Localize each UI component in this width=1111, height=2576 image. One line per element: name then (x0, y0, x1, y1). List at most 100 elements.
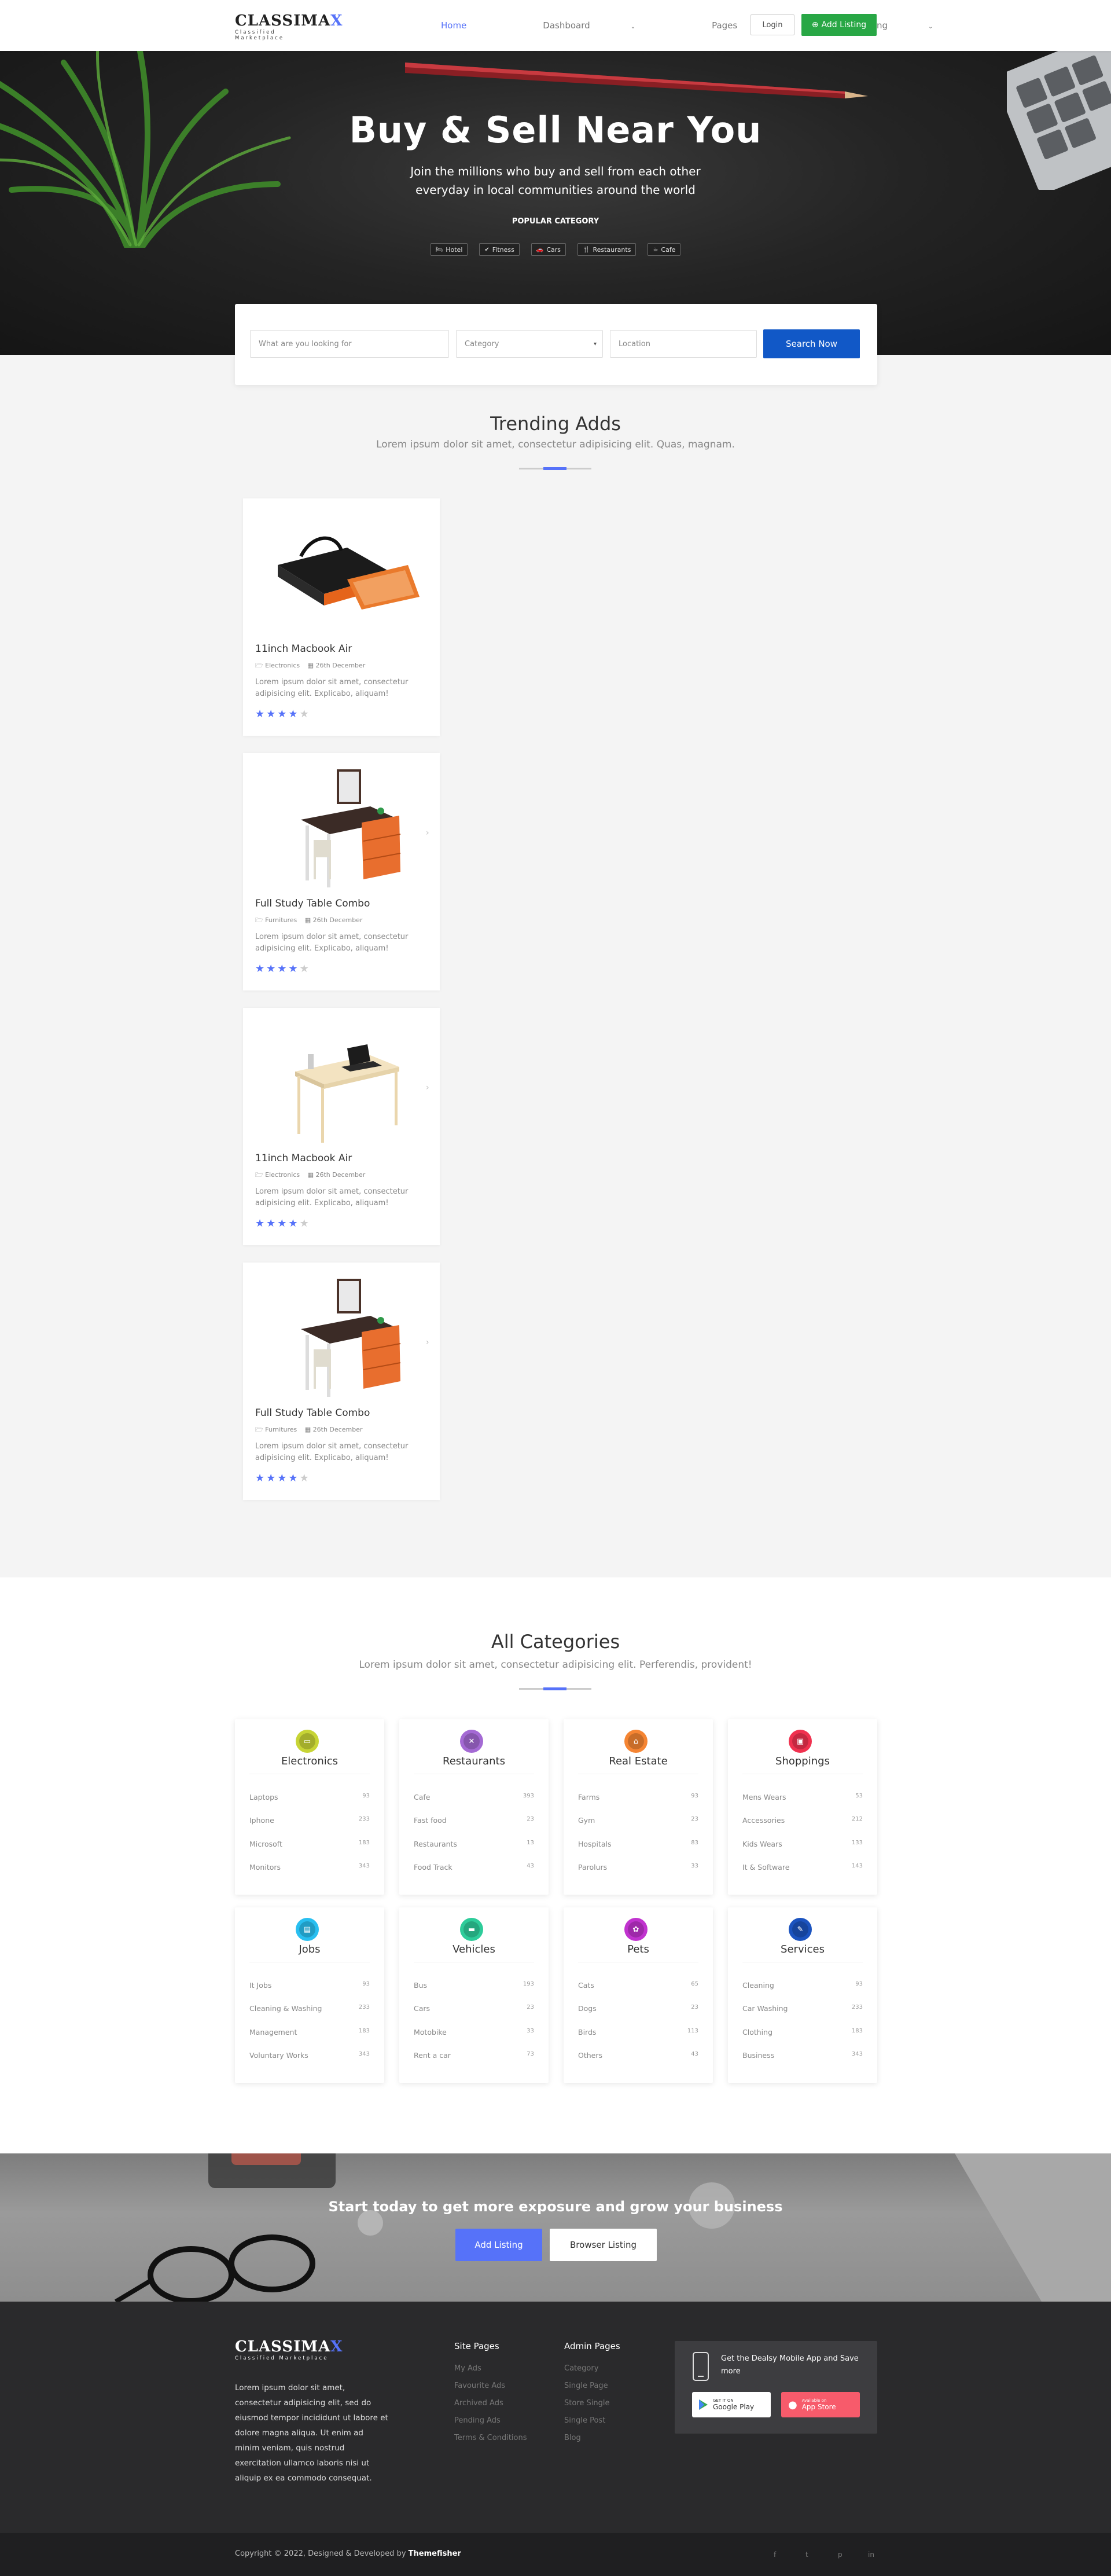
footer-link[interactable]: Favourite Ads (454, 2381, 527, 2399)
footer-logo[interactable]: CLASSIMAX Classified Marketplace (235, 2339, 343, 2361)
category-link[interactable]: Motobike 33 (414, 2028, 534, 2036)
footer-link[interactable]: Terms & Conditions (454, 2434, 527, 2451)
category-name[interactable]: Vehicles (399, 1943, 549, 1955)
category-card-restaurants[interactable]: ✕ Restaurants Cafe 393 Fast food 23 Restau… (399, 1719, 549, 1895)
ad-category[interactable]: Furnitures (265, 916, 297, 924)
category-link[interactable]: Business 343 (742, 2051, 863, 2060)
category-link[interactable]: Farms 93 (578, 1793, 698, 1801)
footer-description: Lorem ipsum dolor sit amet, consectetur … (235, 2383, 388, 2483)
category-link[interactable]: Fast food 23 (414, 1816, 534, 1825)
footer-link[interactable]: My Ads (454, 2364, 527, 2381)
app-store-label: App Store (801, 2403, 836, 2411)
category-link[interactable]: Hospitals 83 (578, 1840, 698, 1848)
add-listing-button[interactable]: ⊕ Add Listing (801, 14, 877, 36)
themefisher-link[interactable]: Themefisher (409, 2549, 461, 2558)
category-link[interactable]: Dogs 23 (578, 2004, 698, 2013)
category-name[interactable]: Jobs (235, 1943, 384, 1955)
category-link[interactable]: Iphone 233 (249, 1816, 370, 1825)
category-link[interactable]: Mens Wears 53 (742, 1793, 863, 1801)
category-card-pets[interactable]: ✿ Pets Cats 65 Dogs 23 Birds 113 Others 43 (564, 1907, 713, 2083)
footer-link[interactable]: Archived Ads (454, 2399, 527, 2416)
nav-dashboard[interactable]: Dashboard ⌄ (543, 20, 674, 31)
category-link[interactable]: Cleaning 93 (742, 1981, 863, 1990)
category-link[interactable]: Restaurants 13 (414, 1840, 534, 1848)
ad-category[interactable]: Electronics (265, 1171, 300, 1179)
google-play-button[interactable]: GET IT ON Google Play (692, 2392, 771, 2417)
ad-title[interactable]: 11inch Macbook Air (255, 1153, 352, 1164)
facebook-icon[interactable]: f (774, 2551, 776, 2559)
nav-home[interactable]: Home (441, 20, 505, 31)
category-link[interactable]: Microsoft 183 (249, 1840, 370, 1848)
footer-link[interactable]: Blog (564, 2434, 620, 2451)
category-name[interactable]: Pets (564, 1943, 713, 1955)
slider-next-icon[interactable]: › (426, 828, 429, 838)
cta-browse-listing-button[interactable]: Browser Listing (550, 2229, 657, 2261)
sub-label: Mens Wears (742, 1793, 786, 1801)
category-name[interactable]: Shoppings (728, 1755, 877, 1767)
twitter-icon[interactable]: t (805, 2551, 808, 2559)
category-select[interactable]: Category ▾ (456, 330, 603, 358)
footer-link[interactable]: Single Page (564, 2381, 620, 2399)
ad-category[interactable]: Electronics (265, 662, 300, 669)
ad-title[interactable]: 11inch Macbook Air (255, 643, 352, 655)
footer-link[interactable]: Pending Ads (454, 2416, 527, 2434)
category-link[interactable]: Clothing 183 (742, 2028, 863, 2036)
category-name[interactable]: Restaurants (399, 1755, 549, 1767)
category-link[interactable]: Parolurs 33 (578, 1863, 698, 1872)
category-link[interactable]: Laptops 93 (249, 1793, 370, 1801)
category-link[interactable]: Car Washing 233 (742, 2004, 863, 2013)
category-link[interactable]: Management 183 (249, 2028, 370, 2036)
category-link[interactable]: Cars 23 (414, 2004, 534, 2013)
category-card-shoppings[interactable]: ▣ Shoppings Mens Wears 53 Accessories 212 … (728, 1719, 877, 1895)
category-name[interactable]: Real Estate (564, 1755, 713, 1767)
login-button[interactable]: Login (751, 14, 794, 35)
linkedin-icon[interactable]: in (868, 2551, 874, 2559)
category-link[interactable]: Birds 113 (578, 2028, 698, 2036)
category-link[interactable]: Rent a car 73 (414, 2051, 534, 2060)
ad-card[interactable]: › 11inch Macbook Air 🗁 Electronics ▦ 26t… (243, 1008, 440, 1245)
chip-cars[interactable]: 🚗 Cars (531, 243, 566, 256)
category-card-electronics[interactable]: ▭ Electronics Laptops 93 Iphone 233 Micros… (235, 1719, 384, 1895)
category-link[interactable]: Gym 23 (578, 1816, 698, 1825)
slider-next-icon[interactable]: › (426, 1338, 429, 1347)
category-card-real-estate[interactable]: ⌂ Real Estate Farms 93 Gym 23 Hospitals 83 … (564, 1719, 713, 1895)
location-input[interactable]: Location (610, 330, 757, 358)
category-link[interactable]: Bus 193 (414, 1981, 534, 1990)
slider-next-icon[interactable]: › (426, 1083, 429, 1092)
search-now-button[interactable]: Search Now (763, 329, 860, 358)
ad-title[interactable]: Full Study Table Combo (255, 898, 370, 909)
site-logo[interactable]: CLASSIMAX Classified Marketplace (235, 13, 342, 41)
category-link[interactable]: Voluntary Works 343 (249, 2051, 370, 2060)
ad-card[interactable]: › Full Study Table Combo 🗁 Furnitures ▦ … (243, 753, 440, 990)
category-link[interactable]: Cats 65 (578, 1981, 698, 1990)
chip-restaurants[interactable]: 🍴 Restaurants (577, 243, 637, 256)
chip-fitness[interactable]: ✔ Fitness (479, 243, 520, 256)
category-name[interactable]: Services (728, 1943, 877, 1955)
category-link[interactable]: Kids Wears 133 (742, 1840, 863, 1848)
category-link[interactable]: Cleaning & Washing 233 (249, 2004, 370, 2013)
chip-hotel[interactable]: 🛏 Hotel (430, 243, 468, 256)
footer-link[interactable]: Single Post (564, 2416, 620, 2434)
pinterest-icon[interactable]: p (838, 2551, 843, 2559)
category-link[interactable]: It & Software 143 (742, 1863, 863, 1872)
category-card-jobs[interactable]: ▤ Jobs It Jobs 93 Cleaning & Washing 233 M… (235, 1907, 384, 2083)
footer-link[interactable]: Store Single (564, 2399, 620, 2416)
category-name[interactable]: Electronics (235, 1755, 384, 1767)
category-card-vehicles[interactable]: ▬ Vehicles Bus 193 Cars 23 Motobike 33 Rent… (399, 1907, 549, 2083)
app-store-button[interactable]: ● Available on App Store (781, 2392, 860, 2417)
keyword-search-input[interactable]: What are you looking for (250, 330, 449, 358)
footer-link[interactable]: Category (564, 2364, 620, 2381)
category-link[interactable]: It Jobs 93 (249, 1981, 370, 1990)
ad-title[interactable]: Full Study Table Combo (255, 1407, 370, 1419)
ad-card[interactable]: › Full Study Table Combo 🗁 Furnitures ▦ … (243, 1263, 440, 1500)
category-link[interactable]: Accessories 212 (742, 1816, 863, 1825)
ad-category[interactable]: Furnitures (265, 1426, 297, 1433)
ad-card[interactable]: 11inch Macbook Air 🗁 Electronics ▦ 26th … (243, 498, 440, 736)
category-card-services[interactable]: ✎ Services Cleaning 93 Car Washing 233 Clo… (728, 1907, 877, 2083)
cta-add-listing-button[interactable]: Add Listing (455, 2229, 542, 2261)
category-link[interactable]: Cafe 393 (414, 1793, 534, 1801)
category-link[interactable]: Monitors 343 (249, 1863, 370, 1872)
category-link[interactable]: Food Track 43 (414, 1863, 534, 1872)
category-link[interactable]: Others 43 (578, 2051, 698, 2060)
chip-cafe[interactable]: ☕ Cafe (648, 243, 681, 256)
